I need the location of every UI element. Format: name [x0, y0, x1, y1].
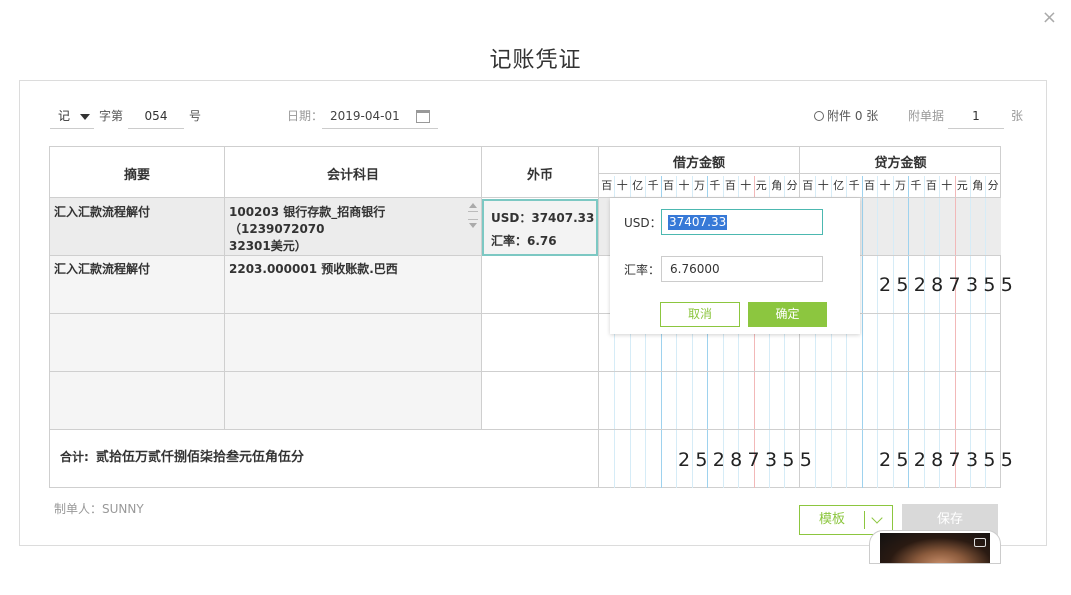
debit-digit-header: 十	[616, 179, 628, 192]
credit-digit-header: 十	[941, 179, 953, 192]
row-1-summary[interactable]: 汇入汇款流程解付	[54, 204, 150, 221]
credit-digit-header: 亿	[833, 179, 845, 192]
number-suffix-label: 号	[189, 109, 202, 123]
calendar-icon[interactable]	[416, 110, 430, 123]
date-label: 日期：	[287, 109, 324, 123]
digit-column-line	[969, 176, 971, 488]
modal-title: 记账凭证	[489, 48, 582, 73]
debit-digit-header: 十	[678, 179, 690, 192]
rate-input[interactable]	[661, 256, 823, 282]
word-no-label: 字第	[99, 109, 124, 123]
row-3-bg	[50, 314, 482, 371]
arrow-up-icon[interactable]	[469, 203, 477, 208]
row-4-bg	[50, 372, 482, 429]
credit-digit-header: 元	[956, 179, 968, 192]
doc-count-input[interactable]: 1	[948, 105, 1004, 129]
debit-digit-header: 百	[601, 179, 613, 192]
total-debit-amount: 25287355	[678, 449, 818, 471]
attachment-text: 附件 0 张	[827, 109, 879, 123]
col-header-fx: 外币	[526, 168, 553, 183]
avatar[interactable]	[869, 530, 1001, 564]
template-button-label: 模板	[818, 512, 845, 527]
digit-column-line	[954, 176, 956, 488]
template-divider	[864, 511, 865, 529]
voucher-modal: × 记账凭证 记 字第 054 号 日期： 2019-04-01 附件 0 张 …	[0, 0, 1071, 595]
row-1-fx-cell[interactable]: USD：37407.33 汇率：6.76	[482, 199, 598, 256]
voucher-word-value: 记	[58, 109, 71, 123]
credit-digit-header: 角	[972, 179, 984, 192]
col-header-subject: 会计科目	[326, 168, 379, 183]
digit-column-line	[908, 176, 910, 488]
cancel-button[interactable]: 取消	[660, 302, 740, 327]
voucher-number-input[interactable]: 054	[128, 105, 184, 129]
row-1-fx-rate: 汇率：6.76	[491, 234, 557, 248]
row-1-fx-amount: USD：37407.33	[491, 211, 595, 225]
date-input[interactable]: 2019-04-01	[322, 105, 438, 129]
total-words: 贰拾伍万贰仟捌佰柒拾叁元伍角伍分	[96, 450, 305, 465]
total-label: 合计:	[60, 450, 89, 464]
debit-digit-header: 百	[663, 179, 675, 192]
arrow-down-icon[interactable]	[469, 223, 477, 228]
date-value: 2019-04-01	[330, 109, 400, 123]
col-header-summary: 摘要	[123, 168, 150, 183]
col-header-credit: 贷方金额	[874, 156, 927, 171]
debit-digit-header: 元	[755, 179, 767, 192]
credit-digit-header: 百	[864, 179, 876, 192]
credit-digit-header: 十	[817, 179, 829, 192]
usd-label: USD：	[624, 216, 662, 230]
credit-digit-header: 万	[894, 179, 906, 192]
debit-digit-header: 亿	[632, 179, 644, 192]
digit-column-line	[923, 176, 925, 488]
camera-icon[interactable]	[974, 538, 986, 547]
maker-label: 制单人：SUNNY	[54, 502, 144, 516]
debit-digit-header: 千	[647, 179, 659, 192]
digit-column-line	[985, 176, 987, 488]
total-credit-amount: 25287355	[879, 449, 1019, 471]
digit-column-line	[939, 176, 941, 488]
row-line	[599, 173, 1001, 174]
avatar-photo	[880, 533, 990, 563]
debit-digit-header: 百	[724, 179, 736, 192]
credit-digit-header: 千	[910, 179, 922, 192]
rate-label: 汇率：	[624, 263, 661, 277]
digit-column-line	[861, 176, 863, 488]
row-line	[50, 371, 1001, 372]
caret-down-icon	[80, 114, 90, 120]
row-1-subject[interactable]: 100203 银行存款_招商银行（1239072070 32301美元）	[229, 204, 465, 255]
row-1-subject-line1: 100203 银行存款_招商银行（1239072070	[229, 205, 386, 236]
row-2-credit-amount[interactable]: 25287355	[879, 274, 1018, 296]
close-icon[interactable]: ×	[1042, 8, 1057, 28]
row-line	[50, 429, 1001, 430]
doc-count-label: 附单据	[908, 109, 945, 123]
debit-digit-header: 角	[771, 179, 783, 192]
col-line	[224, 146, 225, 430]
row-2-summary[interactable]: 汇入汇款流程解付	[54, 261, 150, 278]
row-1-subject-line2: 32301美元）	[229, 239, 307, 253]
scroll-thumb[interactable]	[468, 211, 478, 220]
credit-digit-header: 千	[848, 179, 860, 192]
debit-digit-header: 千	[709, 179, 721, 192]
col-header-debit: 借方金额	[672, 156, 725, 171]
subject-scroll-control[interactable]	[468, 203, 478, 231]
row-2-subject[interactable]: 2203.000001 预收账款.巴西	[229, 261, 398, 278]
attachment-link[interactable]: 附件 0 张	[811, 105, 879, 129]
voucher-word-select[interactable]: 记	[50, 105, 94, 129]
confirm-button[interactable]: 确定	[748, 302, 827, 327]
debit-digit-header: 分	[786, 179, 798, 192]
credit-digit-header: 分	[987, 179, 999, 192]
paperclip-icon	[811, 108, 827, 124]
credit-digit-header: 百	[925, 179, 937, 192]
chevron-down-icon[interactable]	[871, 512, 883, 524]
digit-column-line	[892, 176, 894, 488]
debit-digit-header: 十	[740, 179, 752, 192]
credit-digit-header: 百	[802, 179, 814, 192]
usd-amount-selected-text: 37407.33	[668, 215, 728, 230]
doc-suffix-label: 张	[1011, 109, 1024, 123]
col-line	[481, 146, 482, 430]
digit-column-line	[877, 176, 879, 488]
credit-digit-header: 十	[879, 179, 891, 192]
debit-digit-header: 万	[693, 179, 705, 192]
